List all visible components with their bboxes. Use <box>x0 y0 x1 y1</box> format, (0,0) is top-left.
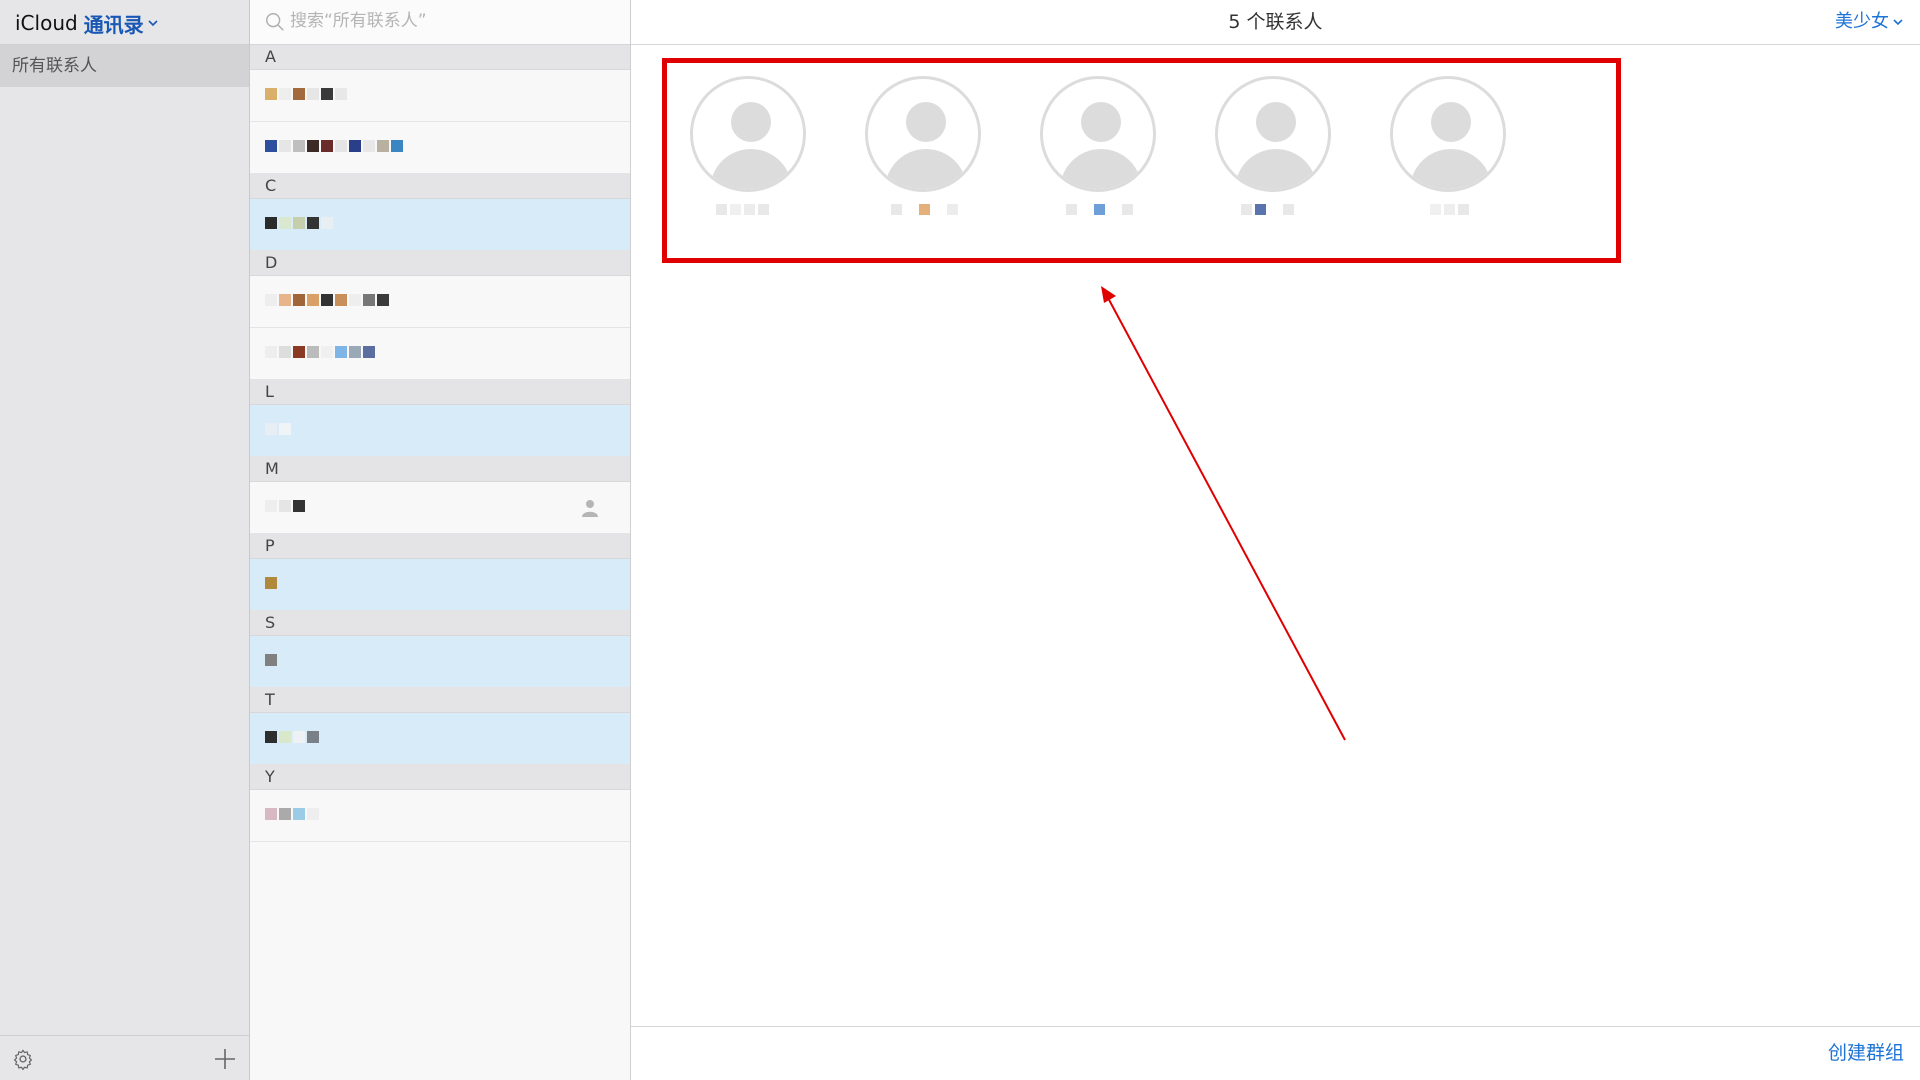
account-menu[interactable]: 美少女 <box>1835 0 1904 44</box>
contact-name-redacted <box>265 500 305 514</box>
avatar-placeholder-icon <box>865 76 981 192</box>
contact-card[interactable] <box>1388 76 1508 226</box>
create-group-button[interactable]: 创建群组 <box>1828 1027 1904 1080</box>
section-header-s: S <box>250 611 630 636</box>
contact-list: 搜索“所有联系人” ACDLMPSTY ABCDEFGHIJKLMNOPQRST… <box>250 0 867 1080</box>
avatar-placeholder-icon <box>1040 76 1156 192</box>
search-bar[interactable]: 搜索“所有联系人” <box>250 0 630 45</box>
contact-row[interactable] <box>250 790 630 842</box>
contact-name-redacted <box>265 346 375 360</box>
section-header-m: M <box>250 457 630 482</box>
section-header-c: C <box>250 174 630 199</box>
contact-name-redacted <box>265 577 277 591</box>
contact-name-redacted <box>265 808 319 822</box>
section-header-y: Y <box>250 765 630 790</box>
contact-name-redacted <box>265 217 333 231</box>
contact-row[interactable] <box>250 559 630 611</box>
section-header-d: D <box>250 251 630 276</box>
search-input[interactable]: 搜索“所有联系人” <box>290 0 427 42</box>
search-icon <box>266 13 284 31</box>
contact-name-redacted <box>265 88 347 102</box>
contact-card[interactable] <box>1038 76 1158 226</box>
contact-row[interactable] <box>250 276 630 328</box>
contact-row[interactable] <box>250 70 630 122</box>
avatar-placeholder-icon <box>1215 76 1331 192</box>
plus-icon[interactable] <box>213 1047 237 1071</box>
contact-card[interactable] <box>863 76 983 226</box>
contact-row[interactable] <box>250 713 630 765</box>
contact-card[interactable] <box>688 76 808 226</box>
person-icon <box>582 500 598 517</box>
contact-row[interactable] <box>250 482 630 534</box>
contact-card[interactable] <box>1213 76 1333 226</box>
contact-name-redacted <box>716 204 769 216</box>
contact-name-redacted <box>265 423 291 437</box>
contact-count-title: 5 个联系人 <box>1228 11 1323 33</box>
contact-name-redacted <box>891 204 958 216</box>
chevron-down-icon <box>1893 19 1903 26</box>
section-header-a: A <box>250 45 630 70</box>
contact-name-redacted <box>265 654 277 668</box>
section-header-l: L <box>250 380 630 405</box>
contact-name-redacted <box>1066 204 1133 216</box>
contact-row[interactable] <box>250 328 630 380</box>
brand-label: iCloud <box>15 11 78 35</box>
contact-name-redacted <box>265 140 403 154</box>
contact-name-redacted <box>1416 204 1469 216</box>
avatar-placeholder-icon <box>1390 76 1506 192</box>
contact-row[interactable] <box>250 122 630 174</box>
app-switcher[interactable]: iCloud 通讯录 <box>15 9 159 37</box>
section-header-t: T <box>250 688 630 713</box>
sidebar-item-all-contacts[interactable]: 所有联系人 <box>0 45 249 87</box>
chevron-down-icon <box>148 20 158 27</box>
contact-rows: A C D L M P S T Y <box>250 45 630 842</box>
app-name: 通讯录 <box>83 12 144 37</box>
avatar-placeholder-icon <box>690 76 806 192</box>
contact-row[interactable] <box>250 405 630 457</box>
detail-header: 5 个联系人 美少女 <box>631 0 1920 45</box>
sidebar: iCloud 通讯录 所有联系人 <box>0 0 250 1080</box>
detail-footer: 创建群组 <box>631 1026 1920 1080</box>
section-header-p: P <box>250 534 630 559</box>
gear-icon[interactable] <box>12 1048 34 1070</box>
contact-name-redacted <box>1241 204 1294 216</box>
account-name: 美少女 <box>1835 11 1889 32</box>
detail-pane: 5 个联系人 美少女 创建群组 <box>631 0 1920 1080</box>
contact-row[interactable] <box>250 636 630 688</box>
contact-name-redacted <box>265 731 319 745</box>
contact-row[interactable] <box>250 199 630 251</box>
contact-name-redacted <box>265 294 389 308</box>
sidebar-footer <box>0 1035 249 1080</box>
